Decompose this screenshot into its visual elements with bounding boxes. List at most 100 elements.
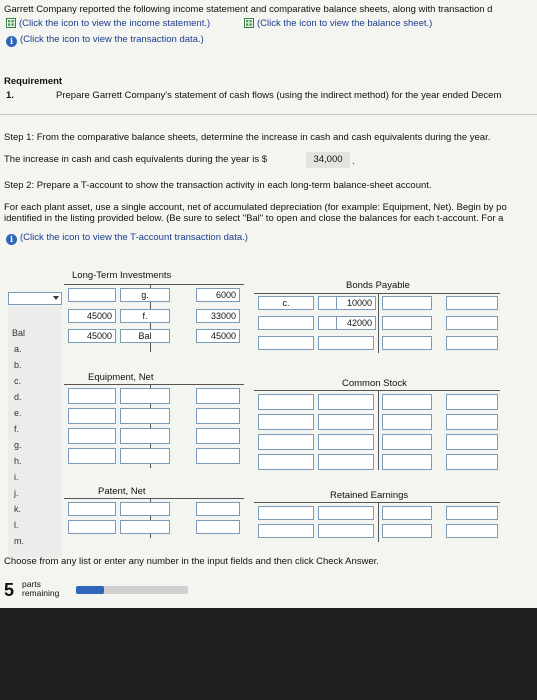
bp-debit-label[interactable] <box>258 316 314 330</box>
bp-debit-label[interactable] <box>258 336 314 350</box>
taccount-input[interactable] <box>446 506 498 520</box>
taccount-input[interactable] <box>120 448 170 464</box>
list-item[interactable]: j. <box>14 488 19 498</box>
lti-credit-balance[interactable]: 45000 <box>196 329 240 343</box>
taccount-input[interactable] <box>258 506 314 520</box>
taccount-input[interactable] <box>446 394 498 410</box>
divider <box>0 114 537 115</box>
taccount-data-link[interactable]: i (Click the icon to view the T-account t… <box>6 232 248 245</box>
taccount-title: Bonds Payable <box>346 280 410 291</box>
info-icon[interactable]: i <box>6 36 17 47</box>
taccount-input[interactable] <box>446 434 498 450</box>
transaction-link-text[interactable]: (Click the icon to view the transaction … <box>20 34 204 45</box>
lti-debit-balance[interactable]: 45000 <box>68 329 116 343</box>
taccount-input[interactable] <box>196 408 240 424</box>
taccount-input[interactable] <box>382 394 432 410</box>
taccount-input[interactable] <box>258 524 314 538</box>
taccount-input[interactable] <box>196 502 240 516</box>
taccount-input[interactable] <box>120 520 170 534</box>
spreadsheet-icon[interactable] <box>6 18 16 28</box>
bp-credit-amount[interactable] <box>446 316 498 330</box>
taccount-input[interactable] <box>382 434 432 450</box>
taccount-input[interactable] <box>258 454 314 470</box>
list-item[interactable]: b. <box>14 360 22 370</box>
taccount-input[interactable] <box>318 394 374 410</box>
taccount-input[interactable] <box>68 408 116 424</box>
bp-credit-label[interactable] <box>382 296 432 310</box>
footer-instruction: Choose from any list or enter any number… <box>4 556 379 567</box>
taccount-input[interactable] <box>120 502 170 516</box>
bp-credit-amount[interactable]: 42000 <box>336 316 376 330</box>
taccount-input[interactable] <box>68 502 116 516</box>
taccount-input[interactable] <box>382 414 432 430</box>
info-icon[interactable]: i <box>6 234 17 245</box>
progress-fill <box>76 586 104 594</box>
lti-credit-label[interactable]: f. <box>120 309 170 323</box>
taccount-input[interactable] <box>446 414 498 430</box>
taccount-input[interactable] <box>196 428 240 444</box>
taccount-input[interactable] <box>120 408 170 424</box>
lti-debit-amount[interactable]: 45000 <box>68 309 116 323</box>
taccount-input[interactable] <box>68 428 116 444</box>
income-link-text[interactable]: (Click the icon to view the income state… <box>19 18 210 29</box>
bp-debit-amount[interactable] <box>318 336 374 350</box>
taccount-top-line <box>64 498 244 499</box>
taccount-input[interactable] <box>120 388 170 404</box>
list-item[interactable]: m. <box>14 536 24 546</box>
bp-credit-amount[interactable]: 10000 <box>336 296 376 310</box>
taccount-input[interactable] <box>318 524 374 538</box>
bp-credit-label[interactable] <box>382 336 432 350</box>
balance-link-text[interactable]: (Click the icon to view the balance shee… <box>257 18 432 29</box>
lti-debit-amount[interactable] <box>68 288 116 302</box>
taccount-input[interactable] <box>318 454 374 470</box>
list-item[interactable]: Bal <box>12 328 25 338</box>
lti-credit-label[interactable]: g. <box>120 288 170 302</box>
bp-credit-amount[interactable] <box>446 336 498 350</box>
taccount-link-text[interactable]: (Click the icon to view the T-account tr… <box>20 232 248 243</box>
bp-credit-amount[interactable] <box>446 296 498 310</box>
taccount-input[interactable] <box>382 524 432 538</box>
spreadsheet-icon[interactable] <box>244 18 254 28</box>
taccount-input[interactable] <box>68 388 116 404</box>
taccount-input[interactable] <box>196 448 240 464</box>
taccount-input[interactable] <box>446 454 498 470</box>
list-item[interactable]: i. <box>14 472 19 482</box>
account-select-dropdown[interactable] <box>8 292 62 305</box>
taccount-input[interactable] <box>258 394 314 410</box>
taccount-input[interactable] <box>318 434 374 450</box>
list-item[interactable]: l. <box>14 520 19 530</box>
list-item[interactable]: k. <box>14 504 21 514</box>
lti-credit-amount[interactable]: 33000 <box>196 309 240 323</box>
list-item[interactable]: a. <box>14 344 22 354</box>
taccount-input[interactable] <box>446 524 498 538</box>
lti-credit-label[interactable]: Bal <box>120 329 170 343</box>
lti-credit-amount[interactable]: 6000 <box>196 288 240 302</box>
income-statement-link[interactable]: (Click the icon to view the income state… <box>6 18 210 30</box>
list-item[interactable]: h. <box>14 456 22 466</box>
taccount-input[interactable] <box>318 414 374 430</box>
taccount-input[interactable] <box>196 520 240 534</box>
list-item[interactable]: e. <box>14 408 22 418</box>
balance-sheet-link[interactable]: (Click the icon to view the balance shee… <box>244 18 432 30</box>
list-item[interactable]: d. <box>14 392 22 402</box>
taccount-input[interactable] <box>382 506 432 520</box>
taccount-input[interactable] <box>196 388 240 404</box>
taccount-input[interactable] <box>68 520 116 534</box>
list-item[interactable]: f. <box>14 424 19 434</box>
bp-credit-label[interactable] <box>382 316 432 330</box>
taccount-input[interactable] <box>68 448 116 464</box>
bp-debit-label[interactable]: c. <box>258 296 314 310</box>
step1-text: Step 1: From the comparative balance she… <box>4 132 491 143</box>
taccount-input[interactable] <box>120 428 170 444</box>
parts-label: remaining <box>22 588 60 598</box>
cash-increase-answer[interactable]: 34,000 <box>306 152 350 168</box>
list-item[interactable]: g. <box>14 440 22 450</box>
taccount-input[interactable] <box>258 414 314 430</box>
taccount-top-line <box>254 293 500 294</box>
taccount-input[interactable] <box>318 506 374 520</box>
taccount-input[interactable] <box>258 434 314 450</box>
taccount-top-line <box>64 384 244 385</box>
list-item[interactable]: c. <box>14 376 21 386</box>
transaction-data-link[interactable]: i (Click the icon to view the transaction… <box>6 34 204 47</box>
taccount-input[interactable] <box>382 454 432 470</box>
